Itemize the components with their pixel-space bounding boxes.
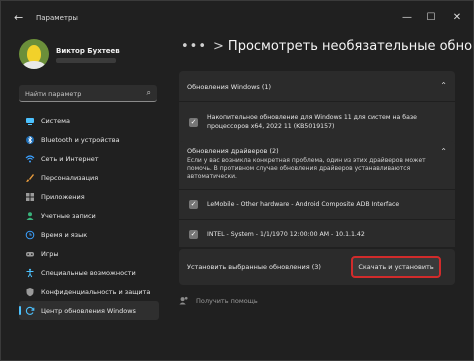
sidebar-item-accounts[interactable]: Учетные записи <box>19 206 159 225</box>
sidebar-item-label: Игры <box>41 249 59 258</box>
breadcrumb-more-button[interactable]: ••• <box>181 39 207 54</box>
profile-email-redacted <box>56 58 116 63</box>
sidebar-item-label: Система <box>41 116 71 125</box>
back-arrow-icon[interactable]: ← <box>14 11 28 25</box>
checkbox-driver-lemobile[interactable]: ✓ <box>189 200 198 209</box>
driver-updates-title: Обновления драйверов (2) <box>187 147 279 155</box>
windows-updates-header[interactable]: Обновления Windows (1) ⌃ <box>179 71 455 101</box>
minimize-button[interactable]: — <box>399 11 415 25</box>
sidebar-item-privacy[interactable]: Конфиденциальность и защита <box>19 282 159 301</box>
get-help-label: Получить помощь <box>196 297 258 305</box>
driver-lemobile-label: LeMobile - Other hardware - Android Comp… <box>207 201 400 208</box>
sidebar-item-label: Персонализация <box>41 173 99 182</box>
avatar-shirt <box>23 61 45 69</box>
search-placeholder: Найти параметр <box>25 90 82 98</box>
person-icon <box>25 211 35 221</box>
update-title-line1: Накопительное обновление для Windows 11 … <box>207 114 417 121</box>
bluetooth-icon <box>25 135 35 145</box>
page-title: Просмотреть необязательные обно <box>227 39 473 54</box>
driver-updates-description-line1: Если у вас возникла конкретная проблема,… <box>187 157 426 164</box>
close-button[interactable]: ✕ <box>449 11 465 25</box>
sidebar-item-time-language[interactable]: Время и язык <box>19 225 159 244</box>
gamepad-icon <box>25 249 35 259</box>
search-icon: ⌕ <box>146 88 151 97</box>
sidebar-item-label: Bluetooth и устройства <box>41 135 120 144</box>
driver-updates-description-line2: помочь. В противном случае обновления др… <box>187 165 411 172</box>
sidebar-item-network[interactable]: Сеть и Интернет <box>19 149 159 168</box>
list-item[interactable]: ✓ INTEL - System - 1/1/1970 12:00:00 AM … <box>179 219 455 247</box>
sidebar-item-bluetooth[interactable]: Bluetooth и устройства <box>19 130 159 149</box>
sidebar-nav: Система Bluetooth и устройства Сеть и Ин… <box>19 111 159 320</box>
update-title-line2: процессоров x64, 2022 11 (KB5019157) <box>207 123 335 130</box>
sidebar-item-accessibility[interactable]: Специальные возможности <box>19 263 159 282</box>
globe-clock-icon <box>25 230 35 240</box>
brush-icon <box>25 173 35 183</box>
maximize-button[interactable]: ☐ <box>423 11 439 25</box>
checkbox-windows-update[interactable]: ✓ <box>189 118 198 127</box>
chevron-up-icon: ⌃ <box>440 81 447 90</box>
sidebar-item-label: Учетные записи <box>41 211 96 220</box>
install-selected-label: Установить выбранные обновления (3) <box>187 263 321 271</box>
driver-updates-card: Обновления драйверов (2) Если у вас возн… <box>179 141 455 247</box>
sidebar-item-label: Сеть и Интернет <box>41 154 99 163</box>
apps-icon <box>25 192 35 202</box>
download-install-button[interactable]: Скачать и установить <box>351 256 441 278</box>
wifi-icon <box>25 154 35 164</box>
accessibility-icon <box>25 268 35 278</box>
profile-name: Виктор Бухтеев <box>56 47 120 55</box>
sidebar-item-label: Приложения <box>41 192 85 201</box>
main-content: ••• > Просмотреть необязательные обно Обно… <box>173 35 473 360</box>
help-person-icon <box>179 296 188 305</box>
windows-updates-title: Обновления Windows (1) <box>187 83 272 91</box>
sidebar-item-windows-update[interactable]: Центр обновления Windows <box>19 301 159 320</box>
title-bar: ← Параметры — ☐ ✕ <box>1 1 473 35</box>
list-item[interactable]: ✓ LeMobile - Other hardware - Android Co… <box>179 189 455 217</box>
sidebar-item-label: Специальные возможности <box>41 268 136 277</box>
breadcrumb: ••• > Просмотреть необязательные обно <box>181 39 472 54</box>
window-title: Параметры <box>36 14 78 22</box>
shield-icon <box>25 287 35 297</box>
list-item[interactable]: ✓ Накопительное обновление для Windows 1… <box>179 101 455 141</box>
monitor-icon <box>25 116 35 126</box>
search-input[interactable]: Найти параметр ⌕ <box>19 85 157 102</box>
sidebar-item-apps[interactable]: Приложения <box>19 187 159 206</box>
sidebar-item-label: Конфиденциальность и защита <box>41 287 151 296</box>
avatar[interactable] <box>19 39 49 69</box>
driver-updates-description-line3: автоматически. <box>187 173 237 180</box>
driver-intel-label: INTEL - System - 1/1/1970 12:00:00 AM - … <box>207 231 365 238</box>
settings-window: ← Параметры — ☐ ✕ Виктор Бухтеев Найти п… <box>0 0 474 361</box>
sidebar-item-gaming[interactable]: Игры <box>19 244 159 263</box>
chevron-up-icon: ⌃ <box>440 147 447 156</box>
sidebar-item-label: Время и язык <box>41 230 88 239</box>
breadcrumb-chevron-icon: > <box>213 39 224 54</box>
checkbox-driver-intel[interactable]: ✓ <box>189 230 198 239</box>
sidebar-item-label: Центр обновления Windows <box>41 306 136 315</box>
update-icon <box>25 306 35 316</box>
driver-updates-header[interactable]: Обновления драйверов (2) Если у вас возн… <box>179 141 455 185</box>
sidebar-item-system[interactable]: Система <box>19 111 159 130</box>
sidebar-item-personalization[interactable]: Персонализация <box>19 168 159 187</box>
